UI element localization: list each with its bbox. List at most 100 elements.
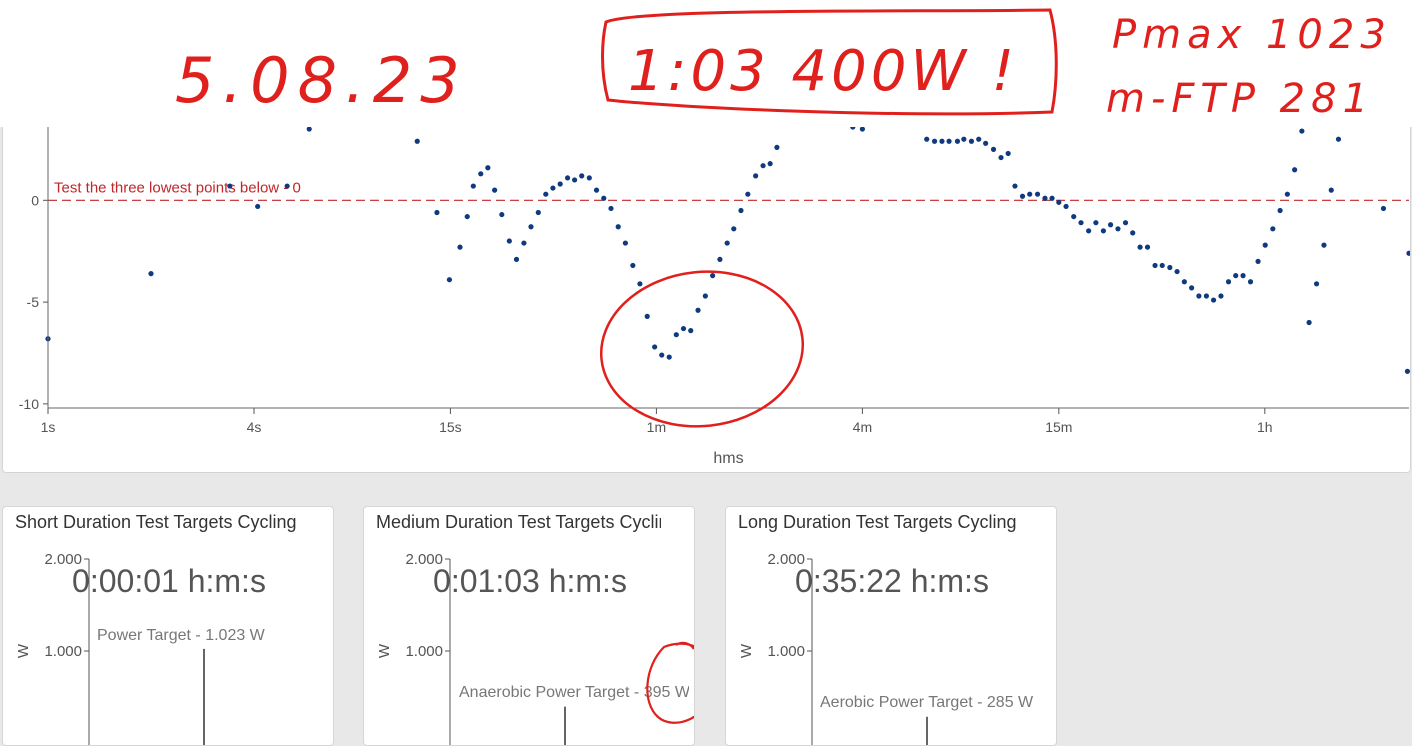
- data-point: [859, 127, 866, 132]
- data-point: [753, 173, 759, 179]
- data-point: [434, 209, 440, 216]
- data-point: [601, 195, 607, 201]
- data-point: [1313, 281, 1320, 287]
- data-point: [637, 281, 643, 287]
- data-point: [550, 185, 556, 191]
- handwritten-boxed-note: 1:03 400W !: [628, 39, 1018, 104]
- data-point: [1130, 230, 1136, 236]
- data-point: [1056, 199, 1062, 205]
- x-tick-label: 4s: [247, 419, 262, 435]
- data-point: [470, 183, 476, 189]
- panel-medium-duration: Medium Duration Test Targets Cycling 2.0…: [363, 506, 695, 746]
- data-point: [760, 163, 766, 169]
- data-point: [485, 165, 491, 171]
- scatter-chart: 0-5-10 1s 4s 15s 1m 4m 15m 1h Test the three l…: [19, 127, 1410, 467]
- panel-y-axis-title: W: [376, 643, 393, 658]
- data-point: [724, 240, 730, 246]
- data-point: [1404, 368, 1410, 374]
- y-tick-label: -5: [27, 294, 40, 310]
- data-point: [680, 325, 687, 332]
- data-point: [1144, 244, 1151, 250]
- data-point: [1203, 293, 1210, 299]
- data-point: [306, 127, 312, 132]
- panel-y-tick-label: 1.000: [44, 643, 82, 660]
- data-point: [564, 175, 571, 181]
- data-point: [1262, 242, 1268, 248]
- data-point: [535, 209, 541, 216]
- data-point: [478, 171, 484, 177]
- data-point: [954, 138, 961, 144]
- data-point: [1049, 195, 1055, 201]
- panel-y-axis-title: W: [738, 643, 755, 658]
- x-axis-title: hms: [713, 450, 743, 467]
- panel-chart: 2.0001.000W: [376, 551, 566, 745]
- data-point: [227, 183, 233, 189]
- x-tick-label: 1s: [41, 419, 56, 435]
- data-point: [1218, 293, 1224, 299]
- handwriting-layer: 5.08.23 1:03 400W ! Pmax 1023 m-FTP 281: [175, 8, 1392, 122]
- data-point: [1292, 167, 1298, 173]
- data-point: [931, 138, 938, 144]
- data-point: [968, 138, 975, 144]
- data-point: [284, 183, 290, 189]
- data-point: [1086, 228, 1092, 234]
- data-point: [630, 262, 636, 269]
- data-point: [1225, 279, 1232, 285]
- data-point: [572, 177, 578, 183]
- data-point: [1152, 262, 1158, 269]
- data-point: [1240, 273, 1246, 279]
- data-point: [767, 161, 773, 167]
- panel-long-duration: Long Duration Test Targets Cycling 2.000…: [725, 506, 1057, 746]
- data-point: [593, 187, 600, 193]
- data-point: [513, 256, 520, 262]
- reference-line-label: Test the three lowest points below - 0: [54, 179, 301, 196]
- data-point: [1196, 293, 1202, 299]
- data-point: [1406, 250, 1410, 256]
- data-point: [652, 344, 658, 350]
- data-point: [521, 240, 527, 246]
- data-point: [1078, 220, 1084, 226]
- data-point: [731, 226, 737, 232]
- data-point: [961, 136, 967, 142]
- data-point: [622, 240, 628, 246]
- data-point: [774, 144, 780, 150]
- data-point: [1042, 195, 1048, 201]
- data-point: [1247, 279, 1254, 285]
- data-point: [695, 307, 701, 313]
- data-point: [615, 224, 621, 230]
- data-point: [543, 191, 549, 197]
- handwritten-pmax: Pmax 1023: [1112, 12, 1392, 58]
- data-point: [1159, 262, 1165, 269]
- data-point: [1380, 205, 1387, 212]
- data-point: [1270, 226, 1276, 232]
- panel-duration: 0:01:03 h:m:s: [433, 563, 627, 599]
- data-point: [446, 277, 453, 283]
- data-point: [1306, 319, 1312, 326]
- panel-y-tick-label: 1.000: [767, 643, 805, 660]
- data-point: [464, 213, 470, 220]
- data-point: [1027, 191, 1033, 197]
- data-point: [255, 203, 261, 210]
- panel-short-duration: Short Duration Test Targets Cycling 2.00…: [2, 506, 334, 746]
- x-tick-label: 4m: [853, 419, 872, 435]
- y-tick-label: -10: [19, 396, 39, 412]
- data-point: [924, 136, 930, 142]
- data-point: [506, 238, 512, 244]
- panel-y-tick-label: 1.000: [405, 643, 443, 660]
- data-point: [1189, 285, 1195, 291]
- handwritten-date: 5.08.23: [175, 44, 468, 117]
- data-point: [1174, 268, 1180, 275]
- data-point: [1167, 264, 1173, 271]
- data-point: [608, 205, 614, 212]
- x-tick-label: 15m: [1045, 419, 1072, 435]
- data-point: [1005, 150, 1011, 157]
- panel-target-label: Aerobic Power Target - 285 W: [820, 694, 1034, 711]
- data-point: [1115, 226, 1121, 232]
- data-point: [990, 146, 997, 152]
- data-point: [499, 211, 505, 218]
- data-point: [939, 138, 945, 144]
- data-point: [673, 332, 679, 338]
- data-point: [745, 191, 751, 197]
- data-point: [1210, 297, 1217, 303]
- data-point: [557, 181, 563, 187]
